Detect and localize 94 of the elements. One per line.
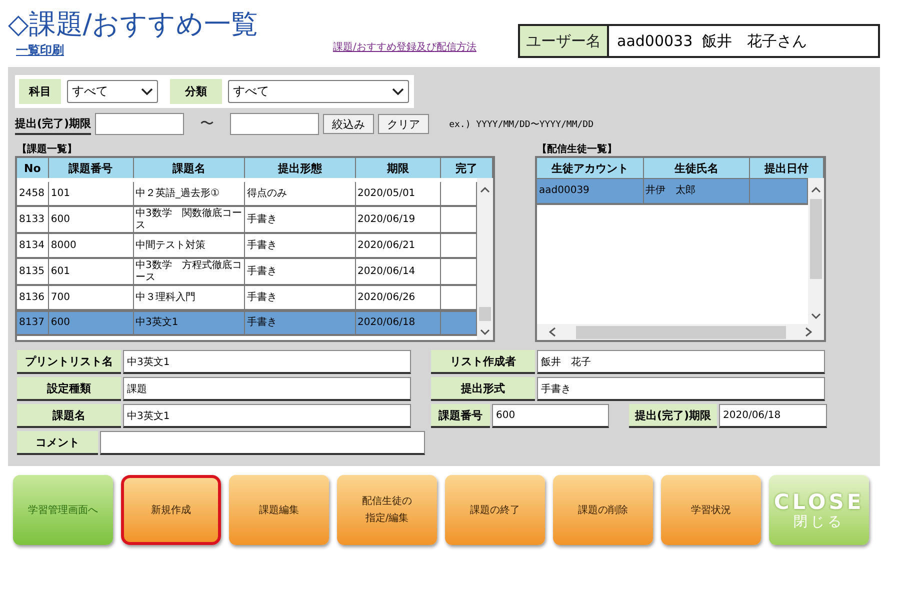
table-cell: 2458	[17, 182, 49, 205]
field-label: リスト作成者	[431, 350, 535, 374]
creator-field[interactable]: 飯井 花子	[537, 350, 825, 374]
scroll-down-icon[interactable]	[811, 313, 821, 320]
task-number-field[interactable]: 600	[492, 404, 609, 428]
date-from-field[interactable]	[95, 113, 184, 135]
table-cell: 手書き	[245, 286, 356, 309]
action-button[interactable]: 配信生徒の指定/編集	[337, 475, 437, 545]
column-header: 課題名	[134, 158, 246, 178]
date-to-field[interactable]	[230, 113, 320, 135]
field-label: 課題名	[17, 404, 121, 428]
submission-format-field[interactable]: 手書き	[537, 377, 825, 401]
action-button[interactable]: 新規作成	[121, 475, 221, 545]
column-header: 提出形態	[245, 158, 356, 178]
category-label: 分類	[170, 79, 222, 104]
table-cell: 2020/06/19	[356, 207, 442, 232]
table-cell: 得点のみ	[245, 182, 356, 205]
table-cell: 2020/05/01	[356, 182, 442, 205]
column-header: 期限	[356, 158, 442, 178]
deadline-field[interactable]: 2020/06/18	[719, 404, 827, 428]
table-cell: 2020/06/26	[356, 286, 442, 309]
table-cell: 中3英文1	[134, 312, 246, 334]
filter-button[interactable]: 絞込み	[323, 114, 374, 134]
table-cell: 8135	[17, 259, 49, 284]
table-cell: 8133	[17, 207, 49, 232]
field-label: 設定種類	[17, 377, 121, 401]
setting-type-field[interactable]: 課題	[123, 377, 411, 401]
table-title: 【課題一覧】	[17, 142, 78, 156]
field-label: プリントリスト名	[17, 350, 121, 374]
date-format-hint: ex.) YYYY/MM/DD〜YYYY/MM/DD	[449, 118, 594, 130]
scroll-left-icon[interactable]	[549, 327, 556, 337]
task-row[interactable]: 8136 700 中３理科入門 手書き 2020/06/26	[17, 286, 477, 311]
table-cell: 8000	[48, 234, 134, 257]
table-cell: 2020/06/18	[356, 312, 442, 334]
table-cell: 700	[48, 286, 134, 309]
comment-field[interactable]	[100, 431, 425, 455]
table-cell: 中３理科入門	[134, 286, 246, 309]
field-label: 提出形式	[431, 377, 535, 401]
table-cell: 中3数学 方程式徹底コース	[134, 259, 246, 284]
action-button[interactable]: 課題編集	[229, 475, 329, 545]
table-cell: 手書き	[245, 259, 356, 284]
column-header: No	[17, 158, 49, 178]
deadline-label: 提出(完了)期限	[15, 113, 92, 135]
table-cell: 600	[48, 207, 134, 232]
scroll-thumb[interactable]	[479, 307, 491, 321]
table-cell: 8136	[17, 286, 49, 309]
caret-icon	[141, 88, 153, 96]
print-list-name-field[interactable]: 中3英文1	[123, 350, 411, 374]
table-cell: 101	[48, 182, 134, 205]
subject-select[interactable]: すべて	[67, 80, 158, 103]
range-separator: 〜	[200, 115, 214, 133]
category-select[interactable]: すべて	[228, 80, 409, 103]
action-button[interactable]: 学習状況	[661, 475, 761, 545]
table-cell: aad00039	[537, 179, 644, 203]
student-row[interactable]: aad00039 井伊 太郎	[537, 178, 808, 205]
table-cell: 手書き	[245, 312, 356, 334]
task-row[interactable]: 2458 101 中２英語_過去形① 得点のみ 2020/05/01	[17, 182, 477, 207]
field-label: 提出(完了)期限	[629, 404, 717, 428]
table-cell: 2020/06/14	[356, 259, 442, 284]
action-button[interactable]: 課題の削除	[553, 475, 653, 545]
table-cell: 井伊 太郎	[644, 179, 750, 203]
help-link[interactable]: 課題/おすすめ登録及び配信方法	[333, 40, 476, 54]
table-title: 【配信生徒一覧】	[537, 142, 618, 156]
table-cell: 8137	[17, 312, 49, 334]
task-row[interactable]: 8134 8000 中間テスト対策 手書き 2020/06/21	[17, 234, 477, 259]
user-label: ユーザー名	[520, 26, 609, 56]
print-link[interactable]: 一覧印刷	[16, 42, 64, 59]
column-header: 課題番号	[48, 158, 134, 178]
subject-label: 科目	[19, 79, 61, 104]
table-cell: 手書き	[245, 207, 356, 232]
table-cell: 2020/06/21	[356, 234, 442, 257]
scroll-down-icon[interactable]	[480, 329, 490, 336]
table-cell: 601	[48, 259, 134, 284]
page-title: ◇課題/おすすめ一覧	[8, 8, 259, 42]
table-cell: 手書き	[245, 234, 356, 257]
table-cell: 中２英語_過去形①	[134, 182, 246, 205]
scroll-right-icon[interactable]	[805, 327, 812, 337]
task-name-field[interactable]: 中3英文1	[123, 404, 411, 428]
caret-icon	[392, 88, 404, 96]
scroll-up-icon[interactable]	[480, 186, 490, 193]
scroll-thumb[interactable]	[810, 199, 822, 279]
scroll-thumb[interactable]	[576, 326, 786, 338]
user-name: aad00033 飯井 花子さん	[616, 30, 808, 52]
table-cell: 600	[48, 312, 134, 334]
action-button[interactable]: 課題の終了	[445, 475, 545, 545]
table-cell: 中3数学 関数徹底コース	[134, 207, 246, 232]
clear-button[interactable]: クリア	[378, 114, 430, 134]
action-button[interactable]: 学習管理画面へ	[13, 475, 113, 545]
table-cell: 8134	[17, 234, 49, 257]
field-label: コメント	[17, 431, 98, 455]
table-cell: 中間テスト対策	[134, 234, 246, 257]
field-label: 課題番号	[431, 404, 490, 428]
scroll-up-icon[interactable]	[811, 186, 821, 193]
task-row[interactable]: 8137 600 中3英文1 手書き 2020/06/18	[17, 311, 477, 336]
